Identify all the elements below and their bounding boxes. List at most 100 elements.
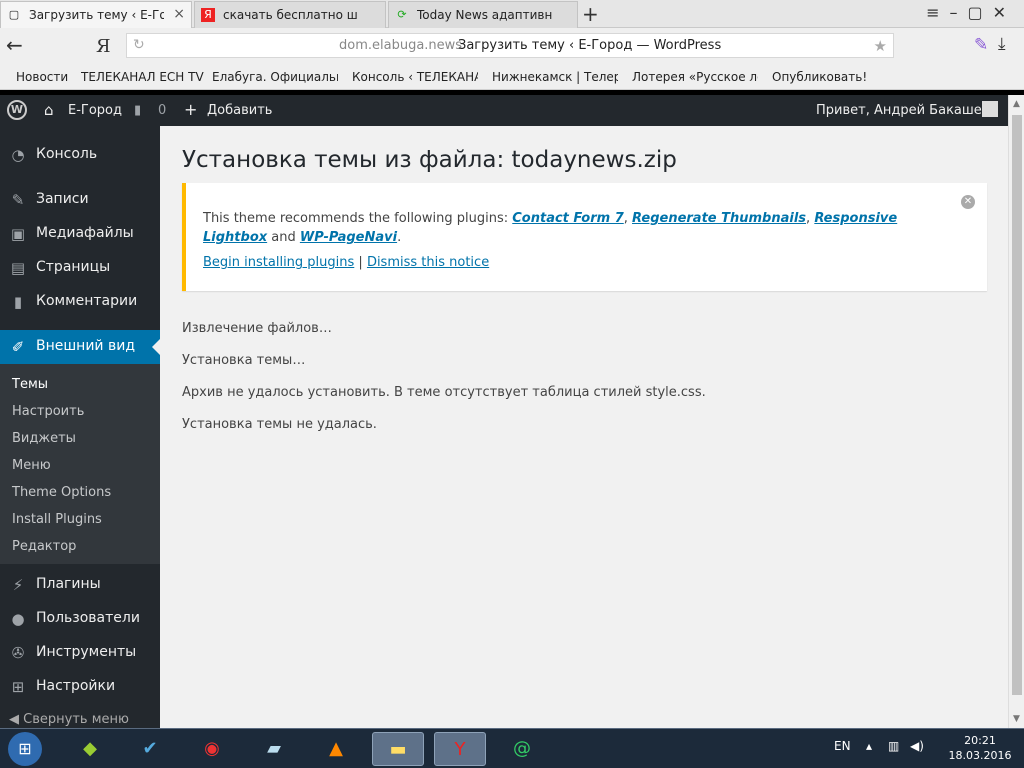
- plugin-link-contact-form[interactable]: Contact Form 7: [512, 211, 624, 226]
- sidebar-item-appearance[interactable]: ✐ Внешний вид: [0, 330, 160, 364]
- page-title: Установка темы из файла: todaynews.zip: [182, 147, 677, 173]
- clock-date: 18.03.2016: [948, 749, 1012, 762]
- wordpress-logo-icon[interactable]: W: [7, 100, 27, 120]
- tab-title: скачать бесплатно шаблон т: [223, 8, 358, 22]
- clock-time: 20:21: [964, 734, 996, 747]
- sidebar-item-label: Консоль: [36, 146, 98, 162]
- collapse-arrow-icon: ◀: [9, 712, 19, 727]
- refresh-icon: ⟳: [397, 8, 407, 21]
- bookmark-item[interactable]: ТЕЛЕКАНАЛ ЕСН TV: [81, 70, 204, 84]
- scroll-down-arrow-icon[interactable]: ▼: [1013, 714, 1020, 724]
- checkmark-app-icon[interactable]: ✔: [124, 732, 176, 766]
- comment-bubble-icon: ▮: [134, 103, 142, 118]
- sidebar-item-dashboard[interactable]: ◔ Консоль: [0, 138, 160, 172]
- sidebar-item-posts[interactable]: ✎ Записи: [0, 183, 160, 217]
- yandex-logo[interactable]: Я: [96, 36, 111, 57]
- separator: ,: [623, 211, 633, 226]
- url-field[interactable]: ↻ dom.elabuga.news Загрузить тему ‹ Е-Го…: [126, 33, 894, 58]
- page-icon: ▢: [8, 8, 20, 21]
- sidebar-item-label: Пользователи: [36, 610, 140, 626]
- sidebar-item-media[interactable]: ▣ Медиафайлы: [0, 217, 160, 251]
- scroll-thumb[interactable]: [1012, 115, 1022, 695]
- plugin-recommendation-notice: This theme recommends the following plug…: [182, 183, 987, 291]
- android-icon[interactable]: ◆: [64, 732, 116, 766]
- vlc-icon[interactable]: ▲: [310, 732, 362, 766]
- submenu-item-menus[interactable]: Меню: [12, 458, 51, 473]
- star-icon[interactable]: ★: [874, 37, 887, 55]
- sidebar-item-tools[interactable]: ✇ Инструменты: [0, 636, 160, 670]
- site-name-link[interactable]: Е-Город: [68, 103, 122, 118]
- current-indicator-arrow: [152, 339, 160, 355]
- plugin-link-regenerate-thumbnails[interactable]: Regenerate Thumbnails: [632, 211, 806, 226]
- brush-icon: ✐: [11, 338, 25, 356]
- tray-expand-icon[interactable]: ▴: [866, 739, 872, 753]
- system-clock[interactable]: 20:21 18.03.2016: [940, 733, 1020, 763]
- sidebar-item-label: Внешний вид: [36, 338, 136, 354]
- scroll-up-arrow-icon[interactable]: ▲: [1013, 99, 1020, 109]
- media-icon: ▣: [10, 225, 26, 243]
- submenu-item-editor[interactable]: Редактор: [12, 539, 76, 554]
- bookmark-item[interactable]: Лотерея «Русское ло: [632, 70, 758, 84]
- bookmark-item[interactable]: Нижнекамск | Телера: [492, 70, 618, 84]
- bookmark-item[interactable]: Елабуга. Официальны: [212, 70, 338, 84]
- tab-upload-theme[interactable]: ▢ Загрузить тему ‹ Е-Город ×: [0, 1, 192, 28]
- window-controls[interactable]: ≡–▢✕: [926, 3, 1016, 22]
- download-icon[interactable]: ⤓: [998, 34, 1006, 54]
- user-greeting[interactable]: Привет, Андрей Бакашев: [816, 103, 989, 118]
- submenu-item-customize[interactable]: Настроить: [12, 404, 84, 419]
- address-bar-row: ← Я ↻ dom.elabuga.news Загрузить тему ‹ …: [0, 28, 1024, 64]
- tab-title: Загрузить тему ‹ Е-Город: [29, 8, 164, 22]
- explorer-folder-icon[interactable]: ▬: [372, 732, 424, 766]
- dashboard-icon: ◔: [11, 146, 25, 164]
- start-button[interactable]: ⊞: [8, 732, 42, 766]
- reload-icon[interactable]: ↻: [133, 37, 145, 53]
- page-scrollbar[interactable]: ▲ ▼: [1008, 95, 1024, 728]
- submenu-item-install-plugins[interactable]: Install Plugins: [12, 512, 102, 527]
- notepad-icon[interactable]: ▰: [248, 732, 300, 766]
- dismiss-icon[interactable]: ✕: [961, 195, 975, 209]
- collapse-menu-button[interactable]: ◀ Свернуть меню: [9, 712, 129, 727]
- yandex-browser-icon[interactable]: Y: [434, 732, 486, 766]
- sidebar-item-pages[interactable]: ▤ Страницы: [0, 251, 160, 285]
- bookmark-item[interactable]: Консоль ‹ ТЕЛЕКАНА: [352, 70, 478, 84]
- sidebar-item-comments[interactable]: ▮ Комментарии: [0, 285, 160, 319]
- plugin-link-wp-pagenavi[interactable]: WP-PageNavi: [300, 230, 397, 245]
- dismiss-notice-link[interactable]: Dismiss this notice: [367, 255, 489, 270]
- creative-cloud-icon[interactable]: ◉: [186, 732, 238, 766]
- begin-installing-link[interactable]: Begin installing plugins: [203, 255, 354, 270]
- tab-today-news[interactable]: ⟳ Today News адаптивный шаб: [388, 1, 578, 28]
- yandex-icon: Я: [201, 8, 215, 22]
- avatar[interactable]: [982, 101, 998, 117]
- sidebar-item-settings[interactable]: ⊞ Настройки: [0, 670, 160, 704]
- url-page-title: Загрузить тему ‹ Е-Город — WordPress: [458, 38, 722, 53]
- wp-admin-bar: W ⌂ Е-Город ▮ 0 + Добавить Привет, Андре…: [0, 95, 1008, 126]
- pin-icon: ✎: [11, 191, 25, 209]
- submenu-item-theme-options[interactable]: Theme Options: [12, 485, 111, 500]
- comments-count[interactable]: 0: [158, 103, 166, 118]
- close-icon[interactable]: ×: [173, 6, 185, 22]
- period: .: [397, 230, 402, 245]
- url-domain: dom.elabuga.news: [339, 38, 463, 53]
- bookmark-item[interactable]: Новости: [16, 70, 68, 84]
- submenu-item-widgets[interactable]: Виджеты: [12, 431, 76, 446]
- pages-icon: ▤: [10, 259, 26, 277]
- tab-yandex-search[interactable]: Я скачать бесплатно шаблон т: [194, 1, 386, 28]
- volume-icon[interactable]: ◀): [910, 739, 924, 753]
- admin-sidebar: ◔ Консоль ✎ Записи ▣ Медиафайлы ▤ Страни…: [0, 126, 160, 728]
- feather-icon[interactable]: ✎: [974, 35, 988, 55]
- new-tab-button[interactable]: +: [582, 2, 599, 26]
- notice-text: This theme recommends the following plug…: [203, 209, 933, 247]
- sidebar-item-plugins[interactable]: ⚡ Плагины: [0, 568, 160, 602]
- appearance-submenu: Темы Настроить Виджеты Меню Theme Option…: [0, 364, 160, 564]
- submenu-item-themes[interactable]: Темы: [12, 377, 48, 392]
- language-indicator[interactable]: EN: [834, 739, 851, 753]
- sidebar-item-users[interactable]: ● Пользователи: [0, 602, 160, 636]
- status-message: Извлечение файлов…: [182, 321, 332, 336]
- back-arrow-icon[interactable]: ←: [6, 33, 23, 57]
- plugin-icon: ⚡: [12, 576, 24, 594]
- mail-agent-icon[interactable]: @: [496, 732, 548, 766]
- add-new-link[interactable]: Добавить: [207, 103, 272, 118]
- bookmark-item[interactable]: Опубликовать!: [772, 70, 867, 84]
- sidebar-item-label: Медиафайлы: [36, 225, 134, 241]
- network-icon[interactable]: ▥: [888, 739, 899, 753]
